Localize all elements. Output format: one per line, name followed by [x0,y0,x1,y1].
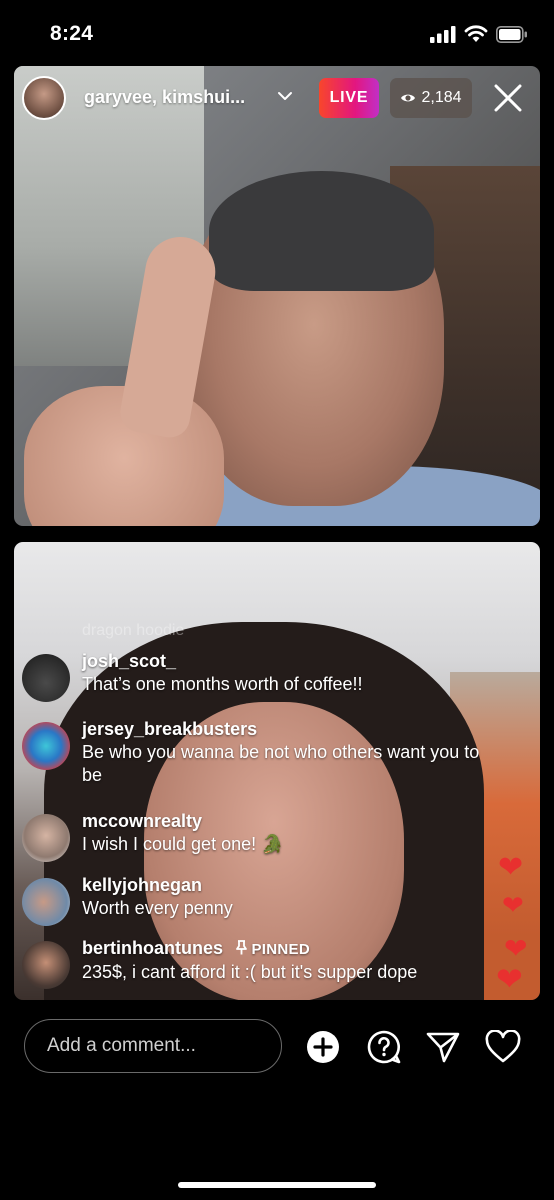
chevron-down-icon[interactable] [275,86,295,106]
heart-reaction-icon: ❤ [498,851,524,884]
avatar[interactable] [22,941,70,989]
host-hair [209,171,434,291]
viewer-count-badge[interactable]: 2,184 [390,78,472,118]
comment-text: 235$, i cant afford it :( but it's suppe… [82,962,418,982]
floating-hearts: ❤ ❤ ❤ ❤ [496,850,546,1000]
battery-icon [496,25,527,43]
heart-reaction-icon: ❤ [496,961,523,997]
comment-username[interactable]: mccownrealty [82,810,502,833]
avatar[interactable] [22,878,70,926]
send-icon[interactable] [424,1028,462,1066]
signal-icon [430,25,456,43]
comment-text: I wish I could get one! 🐊 [82,834,284,854]
status-bar: 8:24 [0,0,554,66]
comment-username[interactable]: josh_scot_ [82,650,502,673]
pinned-label: PINNED [251,941,310,958]
live-badge: LIVE [319,78,379,118]
comment-text: That’s one months worth of coffee!! [82,674,363,694]
status-icons [430,25,528,43]
avatar[interactable] [22,814,70,862]
comment-input[interactable] [24,1019,282,1073]
wifi-icon [464,25,488,42]
status-time: 8:24 [50,22,94,45]
faded-comment: dragon hoodie [82,622,185,639]
pin-icon [236,940,247,955]
comment-username[interactable]: jersey_breakbusters [82,718,502,741]
avatar[interactable] [22,722,70,770]
question-icon[interactable] [365,1028,403,1066]
avatar[interactable] [22,654,70,702]
add-circle-icon[interactable] [304,1028,342,1066]
eye-icon [401,94,416,102]
close-icon[interactable] [492,82,524,114]
comment-text: Worth every penny [82,898,233,918]
broadcaster-avatar[interactable] [22,76,66,120]
comment-username[interactable]: kellyjohnegan [82,874,502,897]
broadcaster-names[interactable]: garyvee, kimshui... [84,87,245,108]
comment-username[interactable]: bertinhoantunes [82,938,223,958]
heart-icon[interactable] [484,1028,522,1066]
viewer-count: 2,184 [421,89,462,106]
host-video[interactable] [14,66,540,526]
pinned-badge: PINNED [236,940,310,958]
live-label: LIVE [329,89,369,106]
comment-text: Be who you wanna be not who others want … [82,742,480,785]
heart-reaction-icon: ❤ [502,890,524,920]
comment-username-row: bertinhoantunes PINNED [82,937,542,961]
home-indicator[interactable] [178,1182,376,1188]
live-header: garyvee, kimshui... LIVE 2,184 [22,76,532,120]
